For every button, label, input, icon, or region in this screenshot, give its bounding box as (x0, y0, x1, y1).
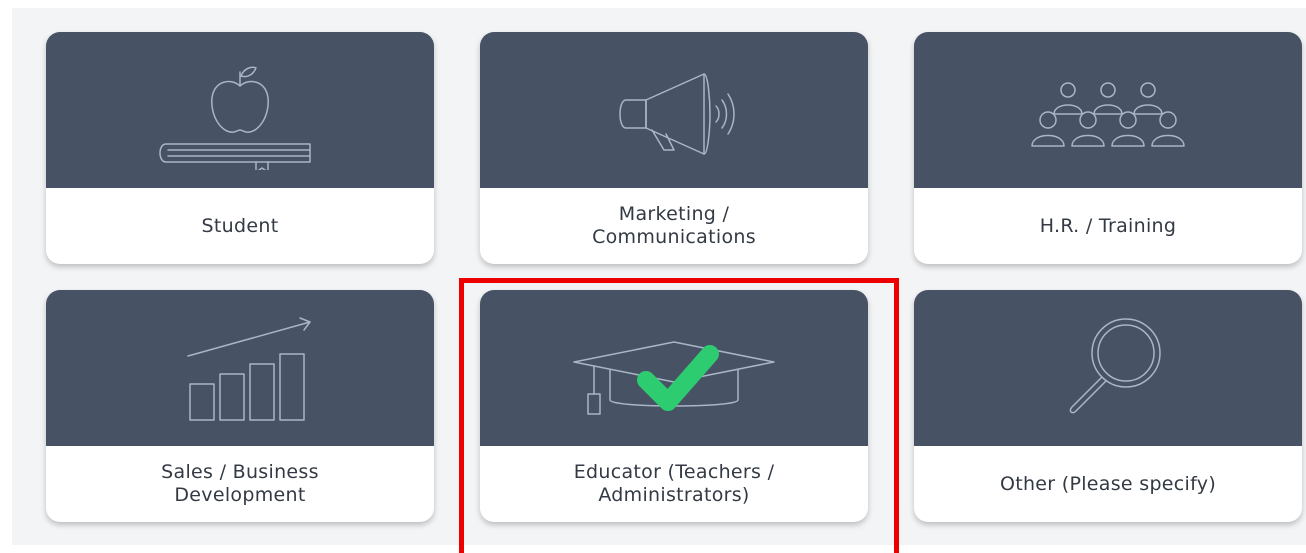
role-card-label: Sales / Business Development (161, 461, 319, 506)
role-card-label: H.R. / Training (1039, 214, 1177, 237)
role-card-student[interactable]: Student (46, 32, 434, 264)
role-card-image (914, 32, 1302, 188)
graduation-cap-icon (573, 341, 775, 415)
people-group-icon (1031, 82, 1185, 147)
role-card-label: Marketing / Communications (592, 203, 756, 248)
role-card-image (46, 290, 434, 446)
role-card-other[interactable]: Other (Please specify) (914, 290, 1302, 522)
selected-check-icon (637, 345, 719, 411)
role-card-label: Student (201, 214, 279, 237)
role-card-image (480, 32, 868, 188)
apple-book-icon (159, 66, 311, 170)
role-card-label: Other (Please specify) (999, 472, 1217, 495)
role-card-sales[interactable]: Sales / Business Development (46, 290, 434, 522)
role-card-educator[interactable]: Educator (Teachers / Administrators) (480, 290, 868, 522)
role-card-hr-training[interactable]: H.R. / Training (914, 32, 1302, 264)
megaphone-icon (619, 73, 735, 155)
role-card-image (480, 290, 868, 446)
magnifier-icon (1069, 318, 1161, 414)
role-card-label: Educator (Teachers / Administrators) (573, 461, 775, 506)
growth-chart-icon (187, 317, 311, 421)
role-card-marketing[interactable]: Marketing / Communications (480, 32, 868, 264)
role-card-image (914, 290, 1302, 446)
role-card-image (46, 32, 434, 188)
